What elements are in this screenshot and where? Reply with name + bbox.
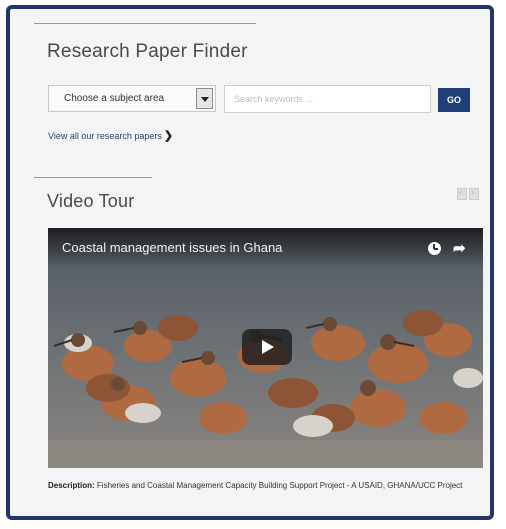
previous-video-button[interactable]: ‹ <box>457 187 467 200</box>
subject-area-select[interactable]: Choose a subject area <box>48 85 216 112</box>
section-divider <box>34 23 256 24</box>
next-video-button[interactable]: › <box>469 187 479 200</box>
share-icon[interactable]: ➦ <box>453 239 466 257</box>
chevron-right-icon: ❯ <box>163 130 174 142</box>
video-player[interactable]: Coastal management issues in Ghana ➦ <box>48 228 483 468</box>
view-all-papers-link[interactable]: View all our research papers ❯ <box>48 129 173 142</box>
widget-frame: Research Paper Finder Choose a subject a… <box>6 5 494 520</box>
section-divider <box>34 177 152 178</box>
video-description: Description: Fisheries and Coastal Manag… <box>48 479 478 492</box>
chevron-right-icon: › <box>471 187 474 197</box>
chevron-left-icon: ‹ <box>459 187 462 197</box>
play-button[interactable] <box>242 329 292 365</box>
go-button[interactable]: GO <box>438 88 470 112</box>
subject-area-selected: Choose a subject area <box>64 93 165 104</box>
view-all-papers-label: View all our research papers <box>48 131 162 141</box>
search-keywords-input[interactable] <box>224 85 431 113</box>
description-text: Fisheries and Coastal Management Capacit… <box>96 481 463 490</box>
chevron-down-icon[interactable] <box>196 88 213 109</box>
video-title[interactable]: Coastal management issues in Ghana <box>62 240 282 255</box>
description-label: Description: <box>48 481 95 490</box>
clock-icon[interactable] <box>428 242 441 255</box>
research-finder-title: Research Paper Finder <box>47 41 248 62</box>
video-tour-title: Video Tour <box>47 191 135 211</box>
